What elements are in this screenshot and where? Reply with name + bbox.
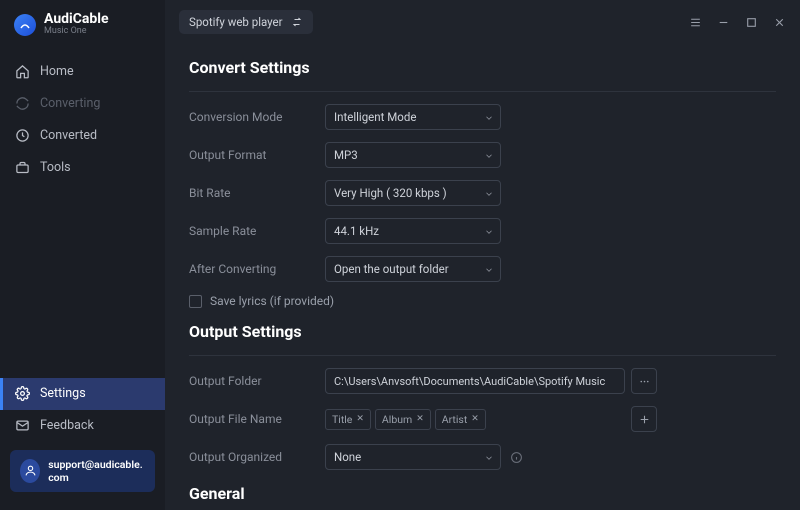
select-output-format[interactable]: MP3 bbox=[325, 142, 501, 168]
sidebar-item-feedback[interactable]: Feedback bbox=[0, 410, 165, 442]
row-save-lyrics: Save lyrics (if provided) bbox=[189, 294, 776, 308]
sidebar-item-label: Feedback bbox=[40, 418, 94, 433]
brand-logo-icon bbox=[14, 14, 36, 36]
toolbox-icon bbox=[14, 159, 30, 175]
brand-subtitle: Music One bbox=[44, 27, 109, 37]
select-conversion-mode[interactable]: Intelligent Mode bbox=[325, 104, 501, 130]
label-conversion-mode: Conversion Mode bbox=[189, 110, 325, 124]
tag-album[interactable]: Album✕ bbox=[375, 409, 431, 430]
checkbox-save-lyrics[interactable] bbox=[189, 295, 202, 308]
chevron-down-icon bbox=[484, 226, 494, 236]
chevron-down-icon bbox=[484, 150, 494, 160]
sidebar: AudiCable Music One Home Converting Conv… bbox=[0, 0, 165, 510]
row-output-format: Output Format MP3 bbox=[189, 142, 776, 168]
section-title-general: General bbox=[189, 484, 776, 503]
sidebar-item-label: Converting bbox=[40, 96, 100, 111]
label-sample-rate: Sample Rate bbox=[189, 224, 325, 238]
header: Spotify web player bbox=[165, 0, 800, 40]
select-after-converting[interactable]: Open the output folder bbox=[325, 256, 501, 282]
chevron-down-icon bbox=[484, 112, 494, 122]
mail-icon bbox=[14, 418, 30, 434]
close-button[interactable] bbox=[772, 15, 786, 29]
row-bit-rate: Bit Rate Very High ( 320 kbps ) bbox=[189, 180, 776, 206]
close-icon: ✕ bbox=[356, 414, 364, 424]
input-value: C:\Users\Anvsoft\Documents\AudiCable\Spo… bbox=[334, 375, 605, 388]
sidebar-item-home[interactable]: Home bbox=[0, 55, 165, 87]
sidebar-item-label: Tools bbox=[40, 160, 71, 175]
row-after-converting: After Converting Open the output folder bbox=[189, 256, 776, 282]
label-output-filename: Output File Name bbox=[189, 412, 325, 426]
user-icon bbox=[20, 459, 40, 483]
label-after-converting: After Converting bbox=[189, 262, 325, 276]
sidebar-item-label: Settings bbox=[40, 386, 86, 401]
main-panel: Spotify web player Convert Settings Conv… bbox=[165, 0, 800, 510]
sidebar-item-label: Home bbox=[40, 64, 74, 79]
support-email: support@audicable.com bbox=[48, 458, 145, 484]
select-sample-rate[interactable]: 44.1 kHz bbox=[325, 218, 501, 244]
select-value: MP3 bbox=[334, 148, 358, 162]
info-icon[interactable] bbox=[509, 450, 523, 464]
source-chip-label: Spotify web player bbox=[189, 15, 283, 29]
label-bit-rate: Bit Rate bbox=[189, 186, 325, 200]
support-card[interactable]: support@audicable.com bbox=[10, 450, 155, 492]
close-icon: ✕ bbox=[471, 414, 479, 424]
chevron-down-icon bbox=[484, 188, 494, 198]
source-chip[interactable]: Spotify web player bbox=[179, 10, 313, 34]
sidebar-item-converted[interactable]: Converted bbox=[0, 119, 165, 151]
menu-icon[interactable] bbox=[688, 15, 702, 29]
select-bit-rate[interactable]: Very High ( 320 kbps ) bbox=[325, 180, 501, 206]
row-output-organized: Output Organized None bbox=[189, 444, 776, 470]
brand-title: AudiCable bbox=[44, 12, 109, 27]
refresh-icon bbox=[14, 95, 30, 111]
row-output-folder: Output Folder C:\Users\Anvsoft\Documents… bbox=[189, 368, 776, 394]
select-value: 44.1 kHz bbox=[334, 224, 379, 238]
section-title-convert: Convert Settings bbox=[189, 58, 776, 77]
close-icon: ✕ bbox=[416, 414, 424, 424]
row-output-filename: Output File Name Title✕ Album✕ Artist✕ bbox=[189, 406, 776, 432]
content-scroll[interactable]: Convert Settings Conversion Mode Intelli… bbox=[165, 40, 800, 510]
minimize-button[interactable] bbox=[716, 15, 730, 29]
sidebar-item-tools[interactable]: Tools bbox=[0, 151, 165, 183]
input-output-folder[interactable]: C:\Users\Anvsoft\Documents\AudiCable\Spo… bbox=[325, 368, 625, 394]
label-output-organized: Output Organized bbox=[189, 450, 325, 464]
tag-artist[interactable]: Artist✕ bbox=[435, 409, 486, 430]
sidebar-item-label: Converted bbox=[40, 128, 97, 143]
select-value: Very High ( 320 kbps ) bbox=[334, 186, 447, 200]
select-value: Intelligent Mode bbox=[334, 110, 416, 124]
select-value: Open the output folder bbox=[334, 262, 449, 276]
gear-icon bbox=[14, 386, 30, 402]
sidebar-item-settings[interactable]: Settings bbox=[0, 378, 165, 410]
row-sample-rate: Sample Rate 44.1 kHz bbox=[189, 218, 776, 244]
window-controls bbox=[688, 15, 786, 29]
divider bbox=[189, 355, 776, 356]
select-output-organized[interactable]: None bbox=[325, 444, 501, 470]
maximize-button[interactable] bbox=[744, 15, 758, 29]
browse-button[interactable] bbox=[631, 368, 657, 394]
select-value: None bbox=[334, 450, 361, 464]
nav: Home Converting Converted Tools bbox=[0, 55, 165, 377]
label-output-folder: Output Folder bbox=[189, 374, 325, 388]
swap-icon bbox=[291, 16, 303, 28]
section-title-output: Output Settings bbox=[189, 322, 776, 341]
add-tag-button[interactable] bbox=[631, 406, 657, 432]
clock-icon bbox=[14, 127, 30, 143]
chevron-down-icon bbox=[484, 452, 494, 462]
brand: AudiCable Music One bbox=[0, 12, 165, 55]
label-output-format: Output Format bbox=[189, 148, 325, 162]
chevron-down-icon bbox=[484, 264, 494, 274]
tag-title[interactable]: Title✕ bbox=[325, 409, 371, 430]
label-save-lyrics: Save lyrics (if provided) bbox=[210, 294, 334, 308]
sidebar-item-converting[interactable]: Converting bbox=[0, 87, 165, 119]
home-icon bbox=[14, 63, 30, 79]
row-conversion-mode: Conversion Mode Intelligent Mode bbox=[189, 104, 776, 130]
divider bbox=[189, 91, 776, 92]
